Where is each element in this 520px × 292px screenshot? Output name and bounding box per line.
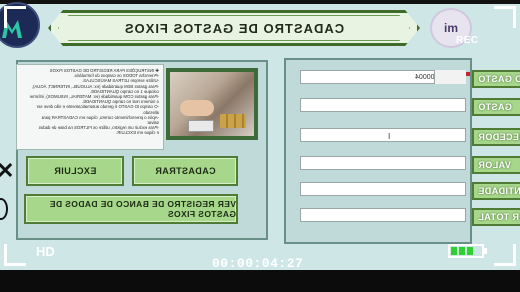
label-text: VALOR TOTAL [478,212,520,222]
hand-shape [180,100,214,116]
battery-cell [459,247,465,255]
quantidade-field[interactable] [300,182,466,196]
viewfinder-corner [4,244,26,266]
label-valor-total: VALOR TOTAL [472,208,520,226]
close-icon[interactable]: ✕ [0,158,14,184]
label-text: ID GASTO [478,74,520,84]
excluir-button[interactable]: EXCLUIR [26,156,124,186]
page-title: CADASTRO DE GASTOS FIXOS [123,20,345,36]
label-text: QUANTIDADE [478,186,520,196]
cadastrar-label: CADASTRAR [154,166,216,176]
label-gasto: GASTO [472,98,520,116]
battery-icon [448,244,484,258]
avatar-label: im [443,21,458,35]
label-valor: VALOR [472,156,520,174]
bottom-bezel [0,270,520,292]
instruction-line: -Após o preenchimento correto, clique em… [41,114,159,120]
battery-cell [467,247,473,255]
battery-cell [475,247,481,255]
hd-badge: HD [36,244,55,259]
circle-icon[interactable] [0,198,8,220]
timecode: 00:00:04:27 [212,256,304,271]
top-bezel [0,0,520,4]
label-text: VALOR [478,160,511,170]
battery-tip [484,248,487,254]
viewfinder-corner [494,6,516,28]
instruction-line: e clique em EXCLUIR. [116,130,159,136]
valor-total-field[interactable] [300,208,466,222]
label-quantidade: QUANTIDADE [472,182,520,200]
rec-indicator: REC [456,35,479,46]
battery-cell [451,247,457,255]
gasto-field[interactable] [300,98,466,112]
viewfinder-corner [4,6,26,28]
finance-photo [170,72,254,136]
instructions-box: ✚ INSTRUÇÕES PARA REGISTRO DE GASTOS FIX… [16,64,164,150]
video-frame: CADASTRO DE GASTOS FIXOS im REC ✚ INSTRU… [0,0,520,292]
valor-field[interactable] [300,156,466,170]
coins-icon [220,114,246,128]
view-records-label: VER REGISTRO DE BANCO DE DADOS DE GASTOS… [49,199,236,219]
fornecedor-field[interactable] [300,128,466,142]
view-records-button[interactable]: VER REGISTRO DE BANCO DE DADOS DE GASTOS… [24,194,238,224]
instruction-line: -O campo ID GASTO é gerado automaticamen… [36,104,159,110]
calculator-icon [188,120,214,132]
label-text: FORNECEDOR [478,132,520,142]
required-marker [466,72,470,76]
id-field-segment [434,70,466,84]
label-text: GASTO [478,102,512,112]
label-id-gasto: ID GASTO [472,70,520,88]
viewfinder-corner [494,244,516,266]
label-fornecedor: FORNECEDOR [472,128,520,146]
excluir-label: EXCLUIR [53,166,97,176]
cadastrar-button[interactable]: CADASTRAR [132,156,238,186]
photo-frame [166,68,258,140]
text-cursor-icon: I [388,132,391,141]
